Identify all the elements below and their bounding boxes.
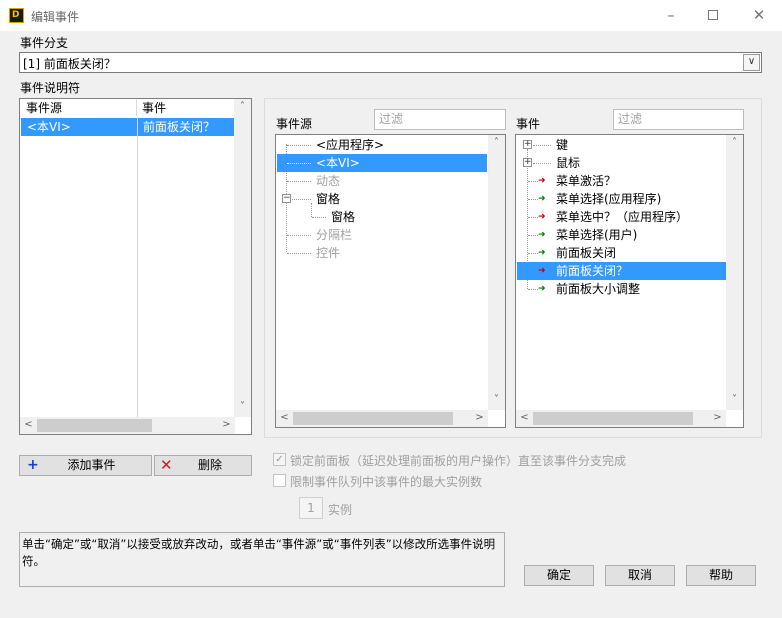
minimize-button[interactable]: – [648, 0, 694, 31]
vertical-scrollbar[interactable]: ˄ ˅ [234, 99, 251, 417]
event-sources-tree[interactable]: <应用程序> <本VI> 动态 − 窗格 窗格 分隔栏 控件 ˄ ˅ < > [275, 134, 506, 428]
instances-label: 实例 [328, 503, 353, 517]
scroll-right-icon[interactable]: > [709, 412, 726, 423]
notify-event-arrow-icon: ➜ [538, 248, 546, 258]
events-label: 事件 [516, 117, 541, 131]
horizontal-scrollbar[interactable]: < > [276, 410, 488, 427]
scroll-right-icon[interactable]: > [471, 412, 488, 423]
plus-icon: + [27, 457, 39, 473]
event-item-panel-resize[interactable]: 前面板大小调整 [556, 280, 640, 298]
filter-event-arrow-icon: ➜ [538, 176, 546, 186]
event-branch-value: [1] 前面板关闭？ [23, 57, 116, 71]
add-event-button[interactable]: + 添加事件 [19, 455, 152, 476]
event-branch-label: 事件分支 [20, 36, 69, 50]
column-header-event[interactable]: 事件 [137, 100, 235, 116]
scroll-up-icon[interactable]: ˄ [726, 137, 743, 148]
notify-event-arrow-icon: ➜ [538, 230, 546, 240]
event-filter-input[interactable]: 过滤 [613, 109, 744, 130]
event-item-menu-activation[interactable]: 菜单激活？ [556, 172, 616, 190]
labview-app-icon: D [9, 8, 24, 23]
vertical-scrollbar[interactable]: ˄ ˅ [726, 135, 743, 410]
delete-event-button[interactable]: ✕ 删除 [154, 455, 252, 476]
event-specifiers-label: 事件说明符 [20, 81, 81, 95]
lock-panel-checkbox[interactable]: ✓ [273, 453, 286, 466]
vertical-scrollbar[interactable]: ˄ ˅ [488, 135, 505, 410]
source-item-application[interactable]: <应用程序> [316, 136, 384, 154]
source-item-controls[interactable]: 控件 [316, 244, 340, 262]
event-sources-label: 事件源 [276, 117, 313, 131]
expand-icon[interactable]: + [523, 158, 532, 167]
window-title: 编辑事件 [31, 10, 80, 24]
specifier-row-source[interactable]: <本VI> [21, 118, 137, 136]
limit-queue-checkbox[interactable] [273, 474, 286, 487]
event-item-panel-close[interactable]: 前面板关闭 [556, 244, 616, 262]
scroll-thumb[interactable] [37, 419, 152, 432]
event-item-mouse[interactable]: 鼠标 [556, 154, 580, 172]
event-item-menu-selection-user[interactable]: 菜单选择(用户) [556, 226, 637, 244]
scroll-left-icon[interactable]: < [20, 419, 37, 430]
scroll-thumb[interactable] [533, 412, 693, 425]
event-specifiers-list[interactable]: 事件源 事件 <本VI> 前面板关闭？ ˄ ˅ < > [19, 98, 252, 435]
scroll-left-icon[interactable]: < [516, 412, 533, 423]
chevron-down-icon[interactable]: ∨ [743, 54, 760, 71]
help-button[interactable]: 帮助 [686, 565, 756, 586]
filter-event-arrow-icon: ➜ [538, 266, 546, 276]
lock-panel-label: 锁定前面板（延迟处理前面板的用户操作）直至该事件分支完成 [290, 454, 627, 468]
event-item-panel-close-filter[interactable]: 前面板关闭？ [556, 262, 628, 280]
event-branch-combo[interactable]: [1] 前面板关闭？ ∨ [19, 52, 762, 73]
horizontal-scrollbar[interactable]: < > [516, 410, 726, 427]
add-event-label: 添加事件 [67, 458, 116, 472]
horizontal-scrollbar[interactable]: < > [20, 417, 235, 434]
scroll-right-icon[interactable]: > [218, 419, 235, 430]
cancel-button[interactable]: 取消 [605, 565, 675, 586]
instances-numeric[interactable]: 1 [299, 497, 323, 519]
scroll-left-icon[interactable]: < [276, 412, 293, 423]
source-item-splitter[interactable]: 分隔栏 [316, 226, 352, 244]
scroll-down-icon[interactable]: ˅ [488, 394, 505, 405]
scroll-up-icon[interactable]: ˄ [234, 101, 251, 112]
help-description: 单击“确定”或“取消”以接受或放弃改动，或者单击“事件源”或“事件列表”以修改所… [19, 532, 505, 587]
notify-event-arrow-icon: ➜ [538, 284, 546, 294]
scroll-thumb[interactable] [293, 412, 453, 425]
delete-event-label: 删除 [197, 458, 222, 472]
source-item-dynamic[interactable]: 动态 [316, 172, 340, 190]
scroll-down-icon[interactable]: ˅ [234, 401, 251, 412]
notify-event-arrow-icon: ➜ [538, 194, 546, 204]
events-tree[interactable]: + 键 + 鼠标 ➜ 菜单激活？ ➜ 菜单选择(应用程序) ➜ 菜单选中？（应用… [515, 134, 744, 428]
event-item-menu-selected-app[interactable]: 菜单选中？（应用程序） [556, 208, 688, 226]
maximize-button[interactable] [690, 0, 736, 31]
source-filter-input[interactable]: 过滤 [374, 109, 506, 130]
event-item-key[interactable]: 键 [556, 136, 568, 154]
expand-icon[interactable]: + [523, 140, 532, 149]
close-button[interactable]: ✕ [736, 0, 782, 31]
source-item-pane[interactable]: 窗格 [331, 208, 355, 226]
limit-queue-label: 限制事件队列中该事件的最大实例数 [290, 475, 483, 489]
scroll-down-icon[interactable]: ˅ [726, 394, 743, 405]
delete-x-icon: ✕ [160, 456, 173, 474]
event-item-menu-selection-app[interactable]: 菜单选择(应用程序) [556, 190, 661, 208]
column-header-source[interactable]: 事件源 [21, 100, 137, 116]
filter-event-arrow-icon: ➜ [538, 212, 546, 222]
scroll-up-icon[interactable]: ˄ [488, 137, 505, 148]
specifier-row-event[interactable]: 前面板关闭？ [138, 118, 235, 136]
collapse-icon[interactable]: − [282, 194, 291, 203]
ok-button[interactable]: 确定 [524, 565, 594, 586]
source-item-panes[interactable]: 窗格 [316, 190, 340, 208]
